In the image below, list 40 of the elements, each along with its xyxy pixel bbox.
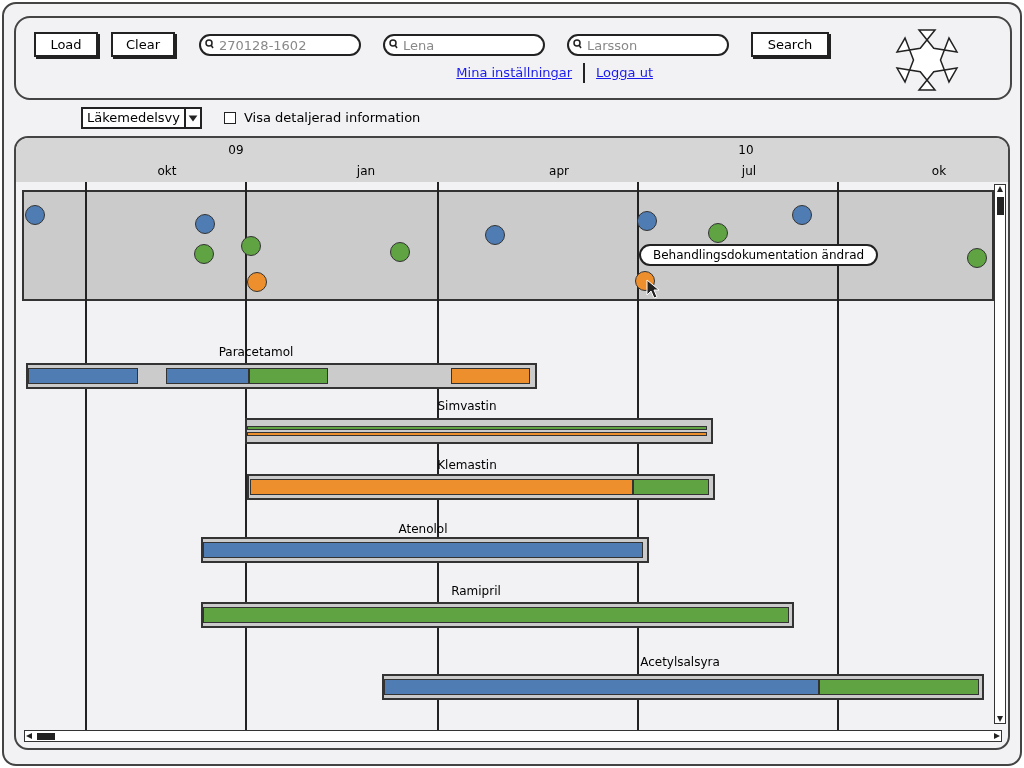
- year-label: 09: [228, 142, 244, 159]
- search-field[interactable]: Lena: [383, 34, 545, 56]
- search-icon: [388, 38, 398, 49]
- scroll-thumb[interactable]: [996, 197, 1004, 215]
- checkbox-label: Visa detaljerad information: [243, 109, 421, 128]
- medication-bar[interactable]: [245, 418, 713, 444]
- medication-bar[interactable]: [382, 674, 984, 700]
- medication-name: Acetylsalsyra: [640, 654, 720, 671]
- event-tooltip: Behandlingsdokumentation ändrad: [639, 244, 879, 266]
- month-label: jul: [741, 163, 757, 180]
- month-label: ok: [931, 163, 947, 180]
- load-button[interactable]: Load: [34, 32, 98, 57]
- year-label: 10: [738, 142, 754, 159]
- search-button[interactable]: Search: [751, 32, 829, 57]
- medication-bar[interactable]: [201, 537, 649, 563]
- horizontal-scrollbar[interactable]: [24, 730, 1002, 742]
- medication-bar[interactable]: [247, 474, 715, 500]
- clear-button[interactable]: Clear: [111, 32, 175, 57]
- scroll-right-icon: [993, 732, 1001, 740]
- search-field[interactable]: 270128-1602: [199, 34, 361, 56]
- medication-bar[interactable]: [26, 363, 537, 389]
- scroll-down-icon: [996, 715, 1004, 723]
- dropdown-arrow-icon: [183, 109, 200, 127]
- scroll-left-icon: [25, 732, 33, 740]
- month-label: okt: [157, 163, 177, 180]
- medication-bar[interactable]: [201, 602, 794, 628]
- month-label: apr: [549, 163, 569, 180]
- logout-link[interactable]: Logga ut: [596, 63, 653, 83]
- scroll-up-icon: [996, 185, 1004, 193]
- view-select[interactable]: Läkemedelsvy: [81, 107, 202, 129]
- search-icon: [572, 38, 582, 49]
- vertical-scrollbar[interactable]: [994, 184, 1006, 724]
- month-label: jan: [356, 163, 376, 180]
- settings-link[interactable]: Mina inställningar: [456, 63, 573, 83]
- scroll-thumb[interactable]: [37, 732, 55, 740]
- medication-name: Ramipril: [451, 583, 501, 600]
- search-icon: [204, 38, 214, 49]
- search-field[interactable]: Larsson: [567, 34, 729, 56]
- detail-checkbox[interactable]: [223, 112, 236, 124]
- cursor-icon: [646, 279, 660, 299]
